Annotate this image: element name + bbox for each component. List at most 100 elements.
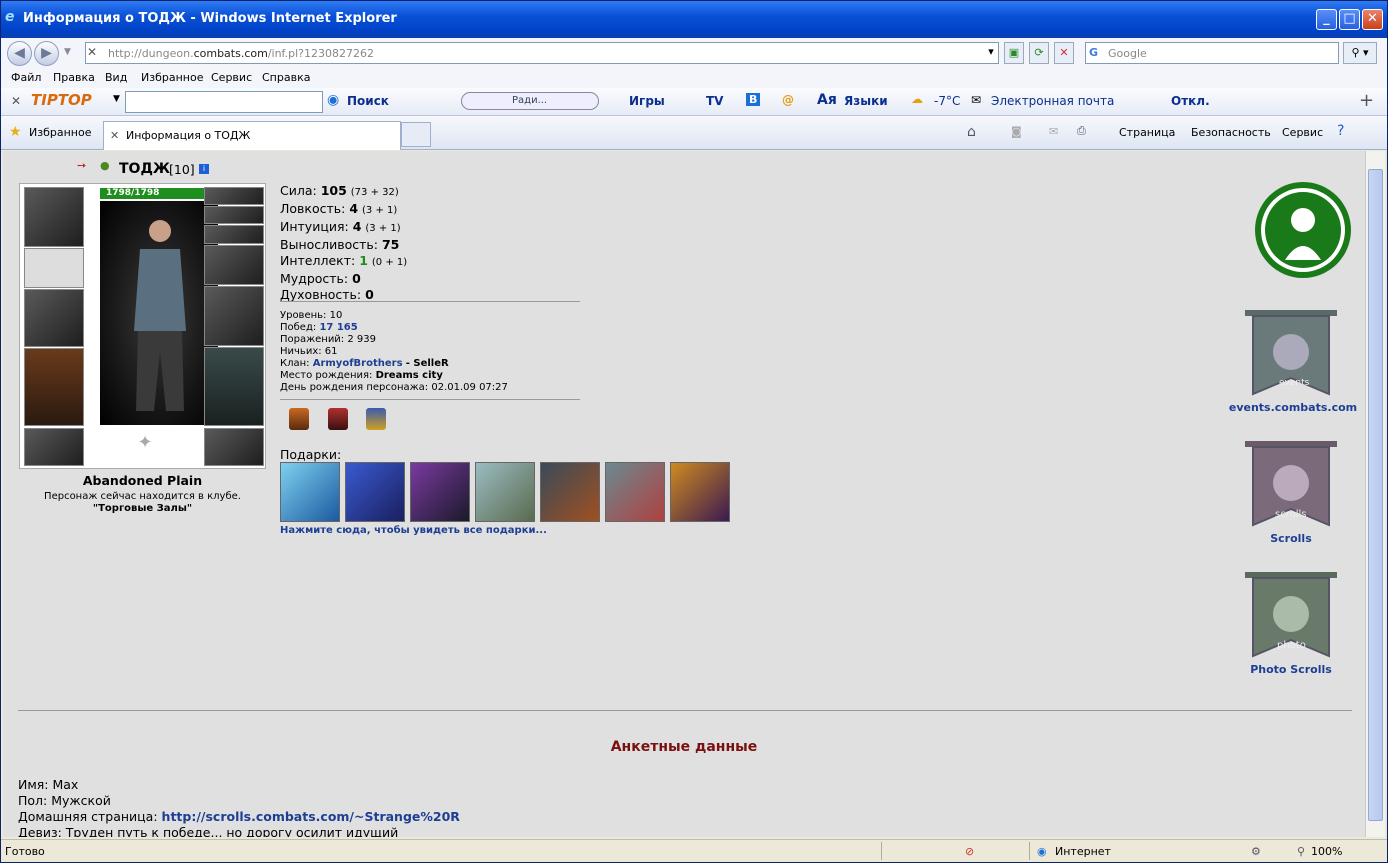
status-text: Готово	[5, 845, 45, 858]
tiptop-logo[interactable]: TIPTOP	[31, 91, 92, 109]
mail-button[interactable]: Электронная почта	[991, 94, 1114, 108]
club-name: "Торговые Залы"	[92, 503, 193, 514]
close-button[interactable]: ✕	[1362, 9, 1383, 30]
scrollbar-thumb[interactable]	[1368, 169, 1383, 821]
radio-player[interactable]: Ради...	[461, 92, 599, 110]
refresh-icon[interactable]: ⟳	[1029, 42, 1049, 64]
boots-slot[interactable]	[204, 428, 264, 466]
info-level: Уровень: 10	[280, 310, 343, 321]
search-input[interactable]: Google	[1085, 42, 1339, 64]
tab-active[interactable]: ✕ Информация о ТОДЖ	[103, 121, 401, 150]
character-name: ТОДЖ	[119, 161, 171, 177]
menu-view[interactable]: Вид	[105, 71, 127, 84]
toolbar-search-button[interactable]: Поиск	[347, 94, 389, 108]
scrolls-banner[interactable]: scrolls	[1241, 437, 1341, 537]
tiptop-dropdown-icon[interactable]: ▼	[113, 94, 120, 104]
gift-item[interactable]	[540, 462, 600, 522]
page-menu[interactable]: Страница	[1119, 126, 1175, 139]
menu-favorites[interactable]: Избранное	[141, 71, 203, 84]
vk-icon[interactable]: В	[746, 93, 761, 106]
minimize-button[interactable]: _	[1316, 9, 1337, 30]
tab-title: Информация о ТОДЖ	[126, 129, 251, 142]
badge-shield-icon[interactable]	[289, 408, 309, 430]
read-mail-icon[interactable]: ✉	[1049, 125, 1058, 138]
photo-scrolls-banner[interactable]: photo	[1241, 568, 1341, 668]
menu-tools[interactable]: Сервис	[211, 71, 252, 84]
maximize-button[interactable]: □	[1339, 9, 1360, 30]
arrow-icon[interactable]: ➙	[77, 159, 86, 172]
align-icon: ●	[100, 159, 110, 172]
gloves-slot[interactable]	[204, 245, 264, 285]
popup-blocker-icon[interactable]: ⊘	[965, 845, 974, 858]
gift-item[interactable]	[605, 462, 665, 522]
menu-file[interactable]: Файл	[11, 71, 41, 84]
toolbar-search-input[interactable]	[125, 91, 323, 113]
status-divider	[1029, 842, 1030, 860]
green-emblem-icon[interactable]	[1253, 180, 1353, 280]
feeds-icon[interactable]: ◙	[1011, 125, 1022, 138]
title-bar: e Информация о ТОДЖ - Windows Internet E…	[1, 1, 1387, 38]
vertical-scrollbar[interactable]	[1365, 151, 1385, 837]
bracer-slot[interactable]	[24, 248, 84, 288]
games-button[interactable]: Игры	[629, 94, 665, 108]
languages-button[interactable]: Языки	[844, 94, 888, 108]
search-button[interactable]: ⚲ ▾	[1343, 42, 1377, 64]
stat-value: 0	[365, 287, 374, 302]
helmet-slot[interactable]	[24, 187, 84, 247]
weather-value[interactable]: -7°C	[934, 94, 960, 108]
gift-item[interactable]	[475, 462, 535, 522]
at-icon[interactable]: @	[782, 93, 794, 107]
earring-slot[interactable]	[204, 187, 264, 205]
compat-view-icon[interactable]: ▣	[1004, 42, 1024, 64]
tv-button[interactable]: TV	[706, 94, 723, 108]
safety-menu[interactable]: Безопасность	[1191, 126, 1271, 139]
zoom-level[interactable]: 100%	[1311, 845, 1342, 858]
right-weapon-slot[interactable]	[204, 286, 264, 346]
all-gifts-link[interactable]: Нажмите сюда, чтобы увидеть все подарки.…	[280, 525, 547, 536]
events-banner[interactable]: events	[1241, 306, 1341, 406]
character-info: Уровень: 10 Побед: 17 165 Поражений: 2 9…	[280, 310, 508, 394]
left-weapon-slot[interactable]	[24, 289, 84, 347]
back-button[interactable]: ◀	[7, 41, 32, 66]
help-icon[interactable]: ?	[1337, 123, 1344, 139]
gift-item[interactable]	[410, 462, 470, 522]
stop-icon[interactable]: ✕	[1054, 42, 1074, 64]
badge-clan-icon[interactable]	[328, 408, 348, 430]
url-dropdown-icon[interactable]: ▾	[981, 42, 1001, 64]
clan-link[interactable]: ArmyofBrothers	[313, 358, 403, 369]
tools-menu[interactable]: Сервис	[1282, 126, 1323, 139]
badge-award-icon[interactable]	[366, 408, 386, 430]
off-button[interactable]: Откл.	[1171, 94, 1210, 108]
protected-mode-icon[interactable]: ⚙	[1251, 845, 1261, 858]
gift-item[interactable]	[670, 462, 730, 522]
armor-slot[interactable]	[24, 348, 84, 426]
toolbar-close-icon[interactable]: ✕	[11, 94, 21, 108]
status-divider	[881, 842, 882, 860]
favorites-button[interactable]: Избранное	[29, 126, 91, 139]
forward-button[interactable]: ▶	[34, 41, 59, 66]
stat-label: Интеллект:	[280, 253, 356, 268]
print-icon[interactable]: ⎙	[1077, 124, 1086, 138]
add-toolbar-icon[interactable]: +	[1359, 90, 1374, 111]
gift-item[interactable]	[345, 462, 405, 522]
menu-help[interactable]: Справка	[262, 71, 310, 84]
events-banner-text: events	[1279, 378, 1310, 388]
url-input[interactable]: http://dungeon.combats.com/inf.pl?123082…	[85, 42, 999, 64]
stat-label: Интуиция:	[280, 219, 349, 234]
menu-edit[interactable]: Правка	[53, 71, 95, 84]
gift-item[interactable]	[280, 462, 340, 522]
pants-slot[interactable]	[204, 347, 264, 426]
scrolls-link[interactable]: Scrolls	[1221, 532, 1361, 545]
events-link[interactable]: events.combats.com	[1223, 401, 1363, 414]
stat-label: Сила:	[280, 183, 317, 198]
info-icon[interactable]: i	[199, 164, 209, 174]
new-tab-button[interactable]	[401, 122, 431, 147]
homepage-link[interactable]: http://scrolls.combats.com/~Strange%20R	[162, 809, 460, 824]
home-icon[interactable]: ⌂	[967, 124, 976, 140]
belt-slot[interactable]	[24, 428, 84, 466]
history-dropdown-icon[interactable]: ▼	[64, 47, 71, 57]
necklace-slot[interactable]	[204, 206, 264, 224]
address-bar-row: ◀ ▶ ▼ http://dungeon.combats.com/inf.pl?…	[1, 38, 1387, 68]
rings-slot[interactable]	[204, 225, 264, 244]
photo-scrolls-link[interactable]: Photo Scrolls	[1221, 663, 1361, 676]
